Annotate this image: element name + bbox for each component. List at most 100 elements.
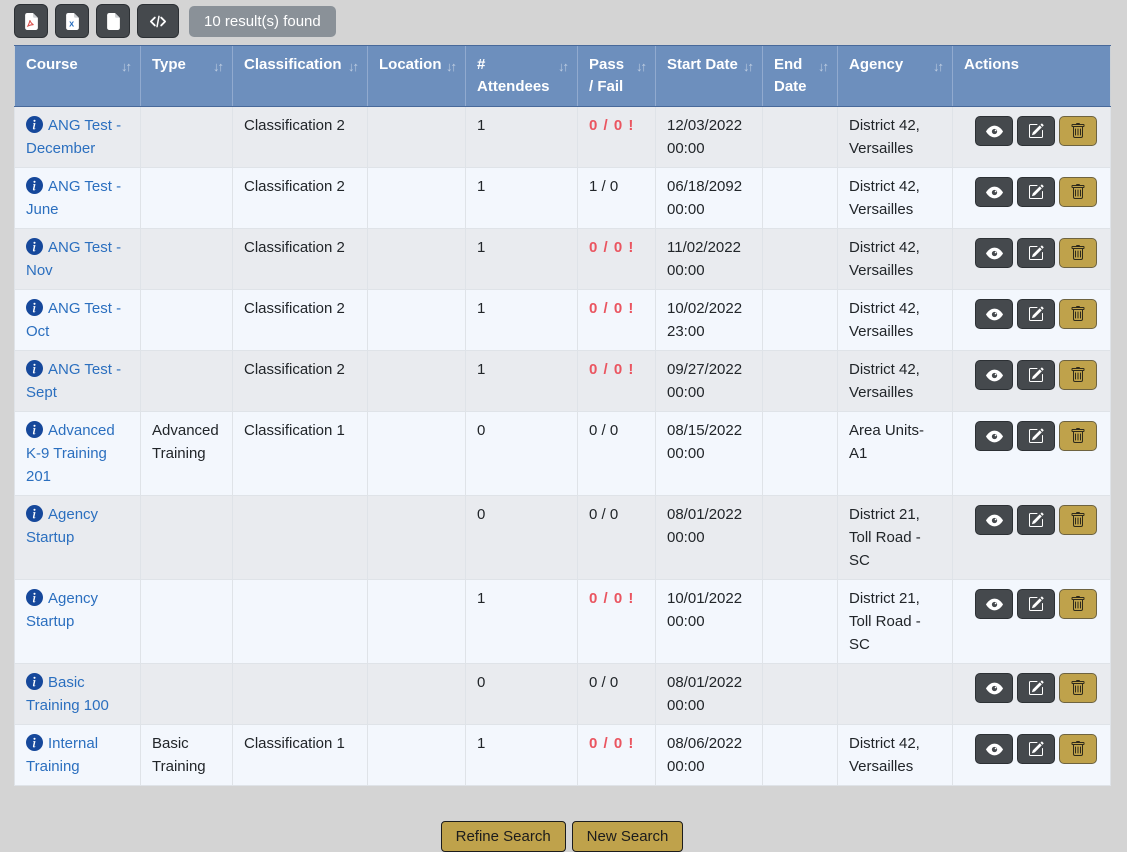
cell-course: Basic Training 100 <box>15 664 141 725</box>
column-header-agency[interactable]: Agency↓↑ <box>838 46 953 107</box>
column-header-classification[interactable]: Classification↓↑ <box>233 46 368 107</box>
view-button[interactable] <box>975 360 1013 390</box>
cell-type: Advanced Training <box>141 412 233 496</box>
column-header-end_date[interactable]: End Date↓↑ <box>763 46 838 107</box>
export-excel-button[interactable]: x <box>55 4 89 38</box>
trash-icon <box>1070 680 1086 696</box>
cell-actions <box>953 229 1111 290</box>
edit-button[interactable] <box>1017 299 1055 329</box>
eye-icon <box>986 428 1003 445</box>
info-icon[interactable] <box>26 673 43 690</box>
cell-classification: Classification 2 <box>233 229 368 290</box>
sort-icon[interactable]: ↓↑ <box>818 54 827 78</box>
edit-button[interactable] <box>1017 360 1055 390</box>
cell-start_date: 08/06/2022 00:00 <box>656 725 763 786</box>
cell-type: Basic Training <box>141 725 233 786</box>
cell-attendees: 1 <box>466 168 578 229</box>
cell-type <box>141 664 233 725</box>
delete-button[interactable] <box>1059 360 1097 390</box>
cell-type <box>141 290 233 351</box>
cell-pass_fail: 0 / 0 <box>578 496 656 580</box>
info-icon[interactable] <box>26 299 43 316</box>
edit-icon <box>1028 123 1044 139</box>
column-header-location[interactable]: Location↓↑ <box>368 46 466 107</box>
edit-icon <box>1028 596 1044 612</box>
column-header-type[interactable]: Type↓↑ <box>141 46 233 107</box>
delete-button[interactable] <box>1059 734 1097 764</box>
view-button[interactable] <box>975 116 1013 146</box>
edit-button[interactable] <box>1017 734 1055 764</box>
edit-button[interactable] <box>1017 116 1055 146</box>
file-pdf-icon <box>23 13 40 30</box>
view-button[interactable] <box>975 673 1013 703</box>
edit-button[interactable] <box>1017 589 1055 619</box>
sort-icon[interactable]: ↓↑ <box>558 54 567 78</box>
cell-classification: Classification 2 <box>233 351 368 412</box>
cell-attendees: 1 <box>466 229 578 290</box>
table-row: Agency Startup00 / 008/01/2022 00:00Dist… <box>15 496 1111 580</box>
view-button[interactable] <box>975 177 1013 207</box>
export-pdf-button[interactable] <box>14 4 48 38</box>
sort-icon[interactable]: ↓↑ <box>213 54 222 78</box>
sort-icon[interactable]: ↓↑ <box>348 54 357 78</box>
cell-end_date <box>763 412 838 496</box>
sort-icon[interactable]: ↓↑ <box>446 54 455 78</box>
cell-agency: District 42, Versailles <box>838 725 953 786</box>
sort-icon[interactable]: ↓↑ <box>121 54 130 78</box>
edit-button[interactable] <box>1017 505 1055 535</box>
info-icon[interactable] <box>26 589 43 606</box>
cell-agency: District 21, Toll Road - SC <box>838 496 953 580</box>
export-file-button[interactable] <box>96 4 130 38</box>
trash-icon <box>1070 596 1086 612</box>
column-header-attendees[interactable]: # Attendees↓↑ <box>466 46 578 107</box>
delete-button[interactable] <box>1059 673 1097 703</box>
sort-icon[interactable]: ↓↑ <box>743 54 752 78</box>
delete-button[interactable] <box>1059 421 1097 451</box>
edit-button[interactable] <box>1017 177 1055 207</box>
info-icon[interactable] <box>26 360 43 377</box>
delete-button[interactable] <box>1059 177 1097 207</box>
info-icon[interactable] <box>26 116 43 133</box>
refine-search-button[interactable]: Refine Search <box>441 821 566 852</box>
cell-location <box>368 107 466 168</box>
edit-button[interactable] <box>1017 673 1055 703</box>
info-icon[interactable] <box>26 505 43 522</box>
delete-button[interactable] <box>1059 238 1097 268</box>
new-search-button[interactable]: New Search <box>572 821 684 852</box>
export-code-button[interactable] <box>137 4 179 38</box>
view-button[interactable] <box>975 589 1013 619</box>
delete-button[interactable] <box>1059 505 1097 535</box>
delete-button[interactable] <box>1059 589 1097 619</box>
table-row: ANG Test - OctClassification 210 / 0 !10… <box>15 290 1111 351</box>
column-label: Course <box>26 54 117 76</box>
edit-button[interactable] <box>1017 421 1055 451</box>
cell-actions <box>953 725 1111 786</box>
cell-type <box>141 229 233 290</box>
view-button[interactable] <box>975 238 1013 268</box>
sort-icon[interactable]: ↓↑ <box>933 54 942 78</box>
view-button[interactable] <box>975 421 1013 451</box>
sort-icon[interactable]: ↓↑ <box>636 54 645 78</box>
delete-button[interactable] <box>1059 116 1097 146</box>
column-header-course[interactable]: Course↓↑ <box>15 46 141 107</box>
cell-start_date: 12/03/2022 00:00 <box>656 107 763 168</box>
results-count-badge: 10 result(s) found <box>189 6 336 37</box>
view-button[interactable] <box>975 734 1013 764</box>
info-icon[interactable] <box>26 421 43 438</box>
edit-icon <box>1028 184 1044 200</box>
column-header-pass_fail[interactable]: Pass / Fail↓↑ <box>578 46 656 107</box>
view-button[interactable] <box>975 505 1013 535</box>
cell-attendees: 1 <box>466 290 578 351</box>
column-header-start_date[interactable]: Start Date↓↑ <box>656 46 763 107</box>
view-button[interactable] <box>975 299 1013 329</box>
column-header-actions: Actions <box>953 46 1111 107</box>
eye-icon <box>986 306 1003 323</box>
edit-button[interactable] <box>1017 238 1055 268</box>
info-icon[interactable] <box>26 177 43 194</box>
info-icon[interactable] <box>26 238 43 255</box>
delete-button[interactable] <box>1059 299 1097 329</box>
cell-attendees: 0 <box>466 496 578 580</box>
info-icon[interactable] <box>26 734 43 751</box>
edit-icon <box>1028 306 1044 322</box>
table-row: Advanced K-9 Training 201Advanced Traini… <box>15 412 1111 496</box>
